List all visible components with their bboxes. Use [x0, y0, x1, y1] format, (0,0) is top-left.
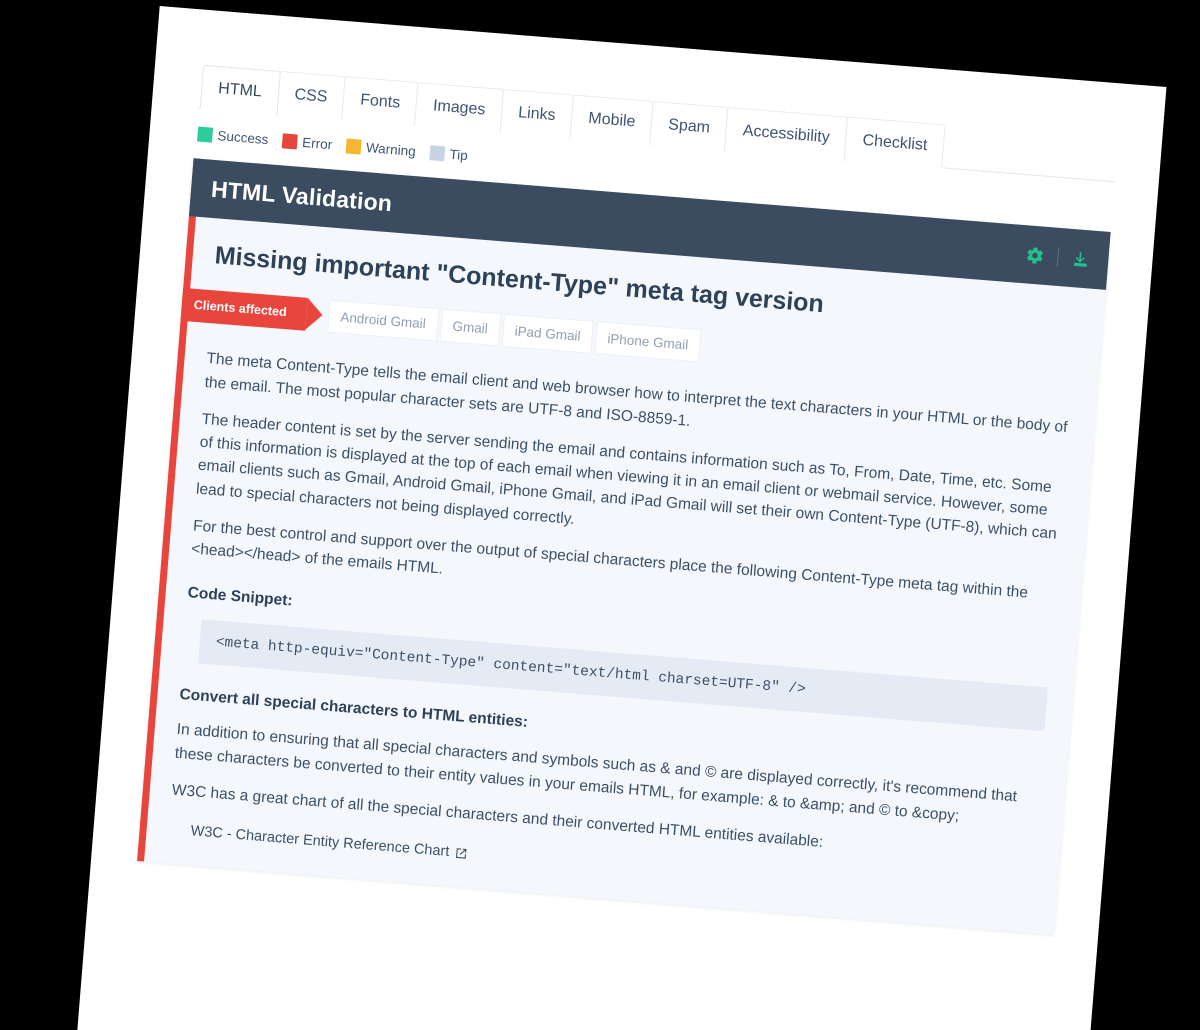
legend-label: Error [301, 134, 333, 152]
tab-label: Accessibility [742, 122, 831, 147]
legend-label: Success [216, 127, 270, 147]
tab-mobile[interactable]: Mobile [569, 94, 655, 145]
legend-label: Tip [449, 146, 469, 163]
legend-item-warning: Warning [345, 137, 417, 159]
error-swatch [281, 132, 298, 149]
header-actions [1025, 244, 1091, 269]
tab-accessibility[interactable]: Accessibility [724, 107, 849, 161]
tab-fonts[interactable]: Fonts [341, 76, 419, 126]
screenshot-stage: HTML CSS Fonts Images Links Mobile Spam … [0, 0, 1200, 1030]
document-sheet: HTML CSS Fonts Images Links Mobile Spam … [72, 6, 1167, 1030]
tab-label: Mobile [587, 110, 637, 131]
page-title: HTML Validation [210, 175, 394, 216]
validation-card: HTML Validation Missing important "Conte… [137, 158, 1111, 935]
success-swatch [197, 126, 214, 143]
tip-swatch [429, 144, 446, 161]
tab-label: Fonts [359, 91, 401, 113]
tab-label: Links [517, 104, 557, 125]
external-link-icon [455, 846, 469, 860]
tab-checklist[interactable]: Checklist [843, 116, 947, 169]
issue-body: The meta Content-Type tells the email cl… [144, 322, 1098, 935]
header-divider [1056, 246, 1060, 267]
tab-images[interactable]: Images [414, 82, 505, 133]
legend-item-tip: Tip [429, 144, 469, 163]
legend-item-success: Success [197, 126, 269, 147]
tab-label: Images [432, 97, 487, 119]
tab-css[interactable]: CSS [275, 71, 347, 121]
tab-label: Spam [667, 116, 711, 137]
legend-item-error: Error [281, 132, 333, 152]
tab-spam[interactable]: Spam [649, 101, 729, 151]
gear-icon[interactable] [1025, 245, 1045, 265]
tab-links[interactable]: Links [499, 89, 575, 139]
tab-label: HTML [217, 80, 263, 101]
warning-swatch [345, 137, 362, 155]
download-icon[interactable] [1071, 249, 1091, 269]
legend-label: Warning [365, 139, 417, 159]
tab-html[interactable]: HTML [199, 65, 281, 115]
w3c-reference-link[interactable]: W3C - Character Entity Reference Chart [190, 823, 450, 860]
client-chip-gmail[interactable]: Gmail [439, 308, 502, 347]
tab-label: CSS [293, 86, 329, 107]
tab-label: Checklist [861, 132, 928, 155]
